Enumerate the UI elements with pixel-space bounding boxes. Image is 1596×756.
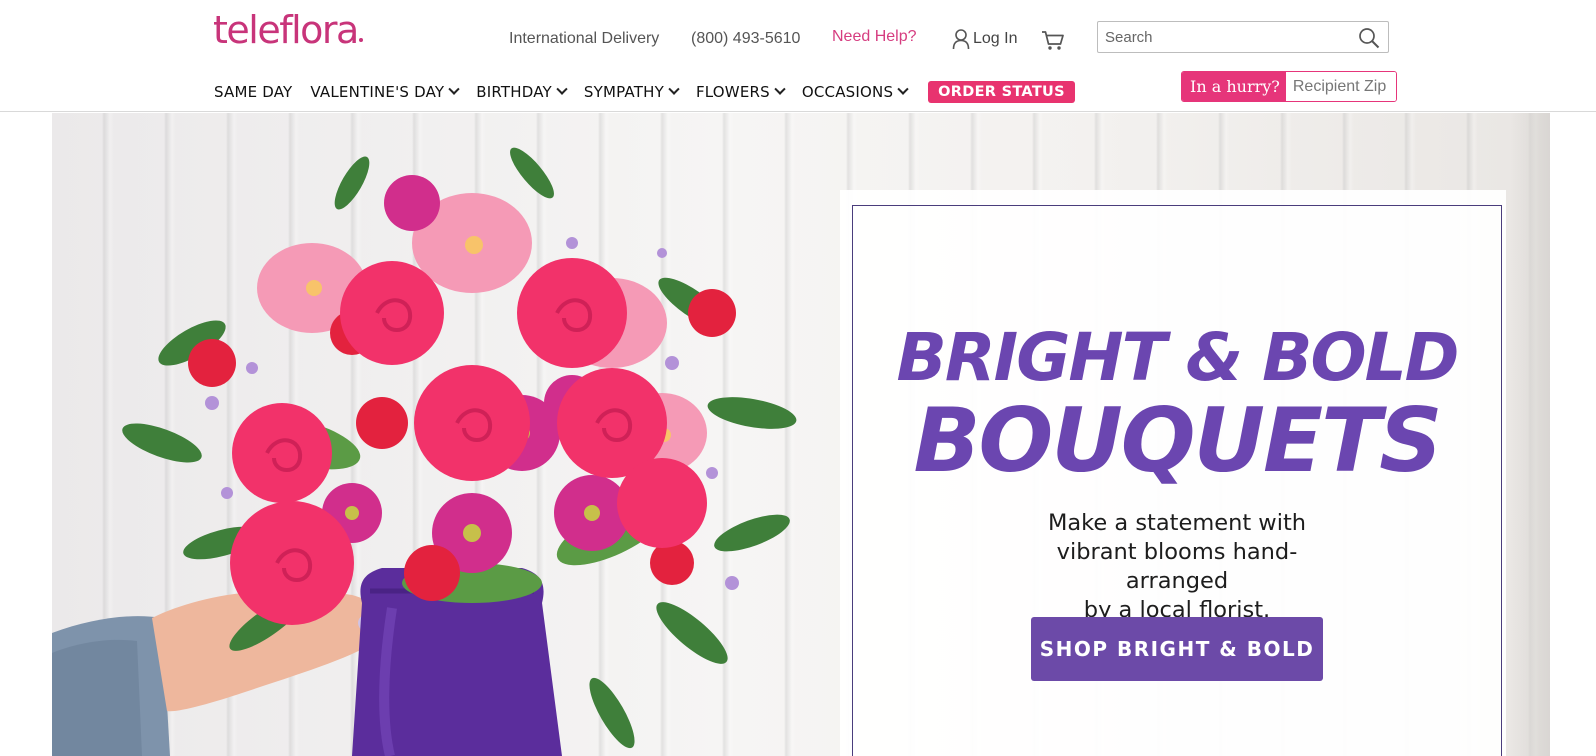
main-nav: SAME DAY VALENTINE'S DAY BIRTHDAY SYMPAT…: [214, 80, 1075, 104]
chevron-down-icon: [897, 83, 909, 95]
phone-number-link[interactable]: (800) 493-5610: [691, 28, 800, 50]
promo-subcopy: Make a statement with vibrant blooms han…: [1007, 509, 1347, 625]
chevron-down-icon: [668, 83, 680, 95]
chevron-down-icon: [774, 83, 786, 95]
teleflora-logo[interactable]: teleflora: [213, 6, 363, 54]
chevron-down-icon: [556, 83, 568, 95]
promo-headline-line1: BRIGHT & BOLD: [896, 319, 1460, 396]
cart-button[interactable]: [1041, 30, 1065, 56]
search-icon: [1359, 28, 1380, 49]
login-label: Log In: [973, 30, 1018, 47]
promo-headline-line2: BOUQUETS: [913, 389, 1442, 492]
nav-label: FLOWERS: [695, 83, 770, 101]
shop-bright-bold-button[interactable]: SHOP BRIGHT & BOLD: [1031, 617, 1323, 681]
nav-label: SAME DAY: [214, 83, 293, 101]
hero-edge-shadow: [1510, 113, 1550, 756]
order-status-button[interactable]: ORDER STATUS: [928, 81, 1075, 103]
chevron-down-icon: [448, 83, 460, 95]
site-header: teleflora International Delivery (800) 4…: [0, 0, 1596, 112]
nav-label: BIRTHDAY: [476, 83, 552, 101]
nav-label: SYMPATHY: [583, 83, 664, 101]
nav-valentines-day[interactable]: VALENTINE'S DAY: [310, 83, 460, 101]
recipient-zip-widget: In a hurry?: [1181, 71, 1397, 102]
search-input[interactable]: [1098, 22, 1348, 52]
need-help-link[interactable]: Need Help?: [832, 26, 917, 48]
nav-birthday[interactable]: BIRTHDAY: [476, 83, 568, 101]
nav-flowers[interactable]: FLOWERS: [695, 83, 786, 101]
cart-icon: [1042, 31, 1064, 50]
international-delivery-link[interactable]: International Delivery: [509, 28, 659, 50]
in-a-hurry-label: In a hurry?: [1182, 72, 1286, 101]
promo-subcopy-line: Make a statement with: [1047, 510, 1307, 536]
login-link[interactable]: Log In: [952, 28, 1017, 50]
nav-label: OCCASIONS: [801, 83, 894, 101]
recipient-zip-input[interactable]: [1285, 72, 1396, 101]
bouquet-image[interactable]: [52, 113, 852, 756]
search-box: [1097, 21, 1389, 53]
nav-label: VALENTINE'S DAY: [310, 83, 445, 101]
promo-subcopy-line: vibrant blooms hand-arranged: [1056, 539, 1298, 594]
nav-same-day[interactable]: SAME DAY: [214, 83, 292, 101]
hero-banner: BRIGHT & BOLD BOUQUETS Make a statement …: [52, 113, 1550, 756]
user-icon: [952, 29, 970, 50]
search-button[interactable]: [1358, 27, 1380, 49]
nav-sympathy[interactable]: SYMPATHY: [583, 83, 680, 101]
nav-occasions[interactable]: OCCASIONS: [801, 83, 909, 101]
